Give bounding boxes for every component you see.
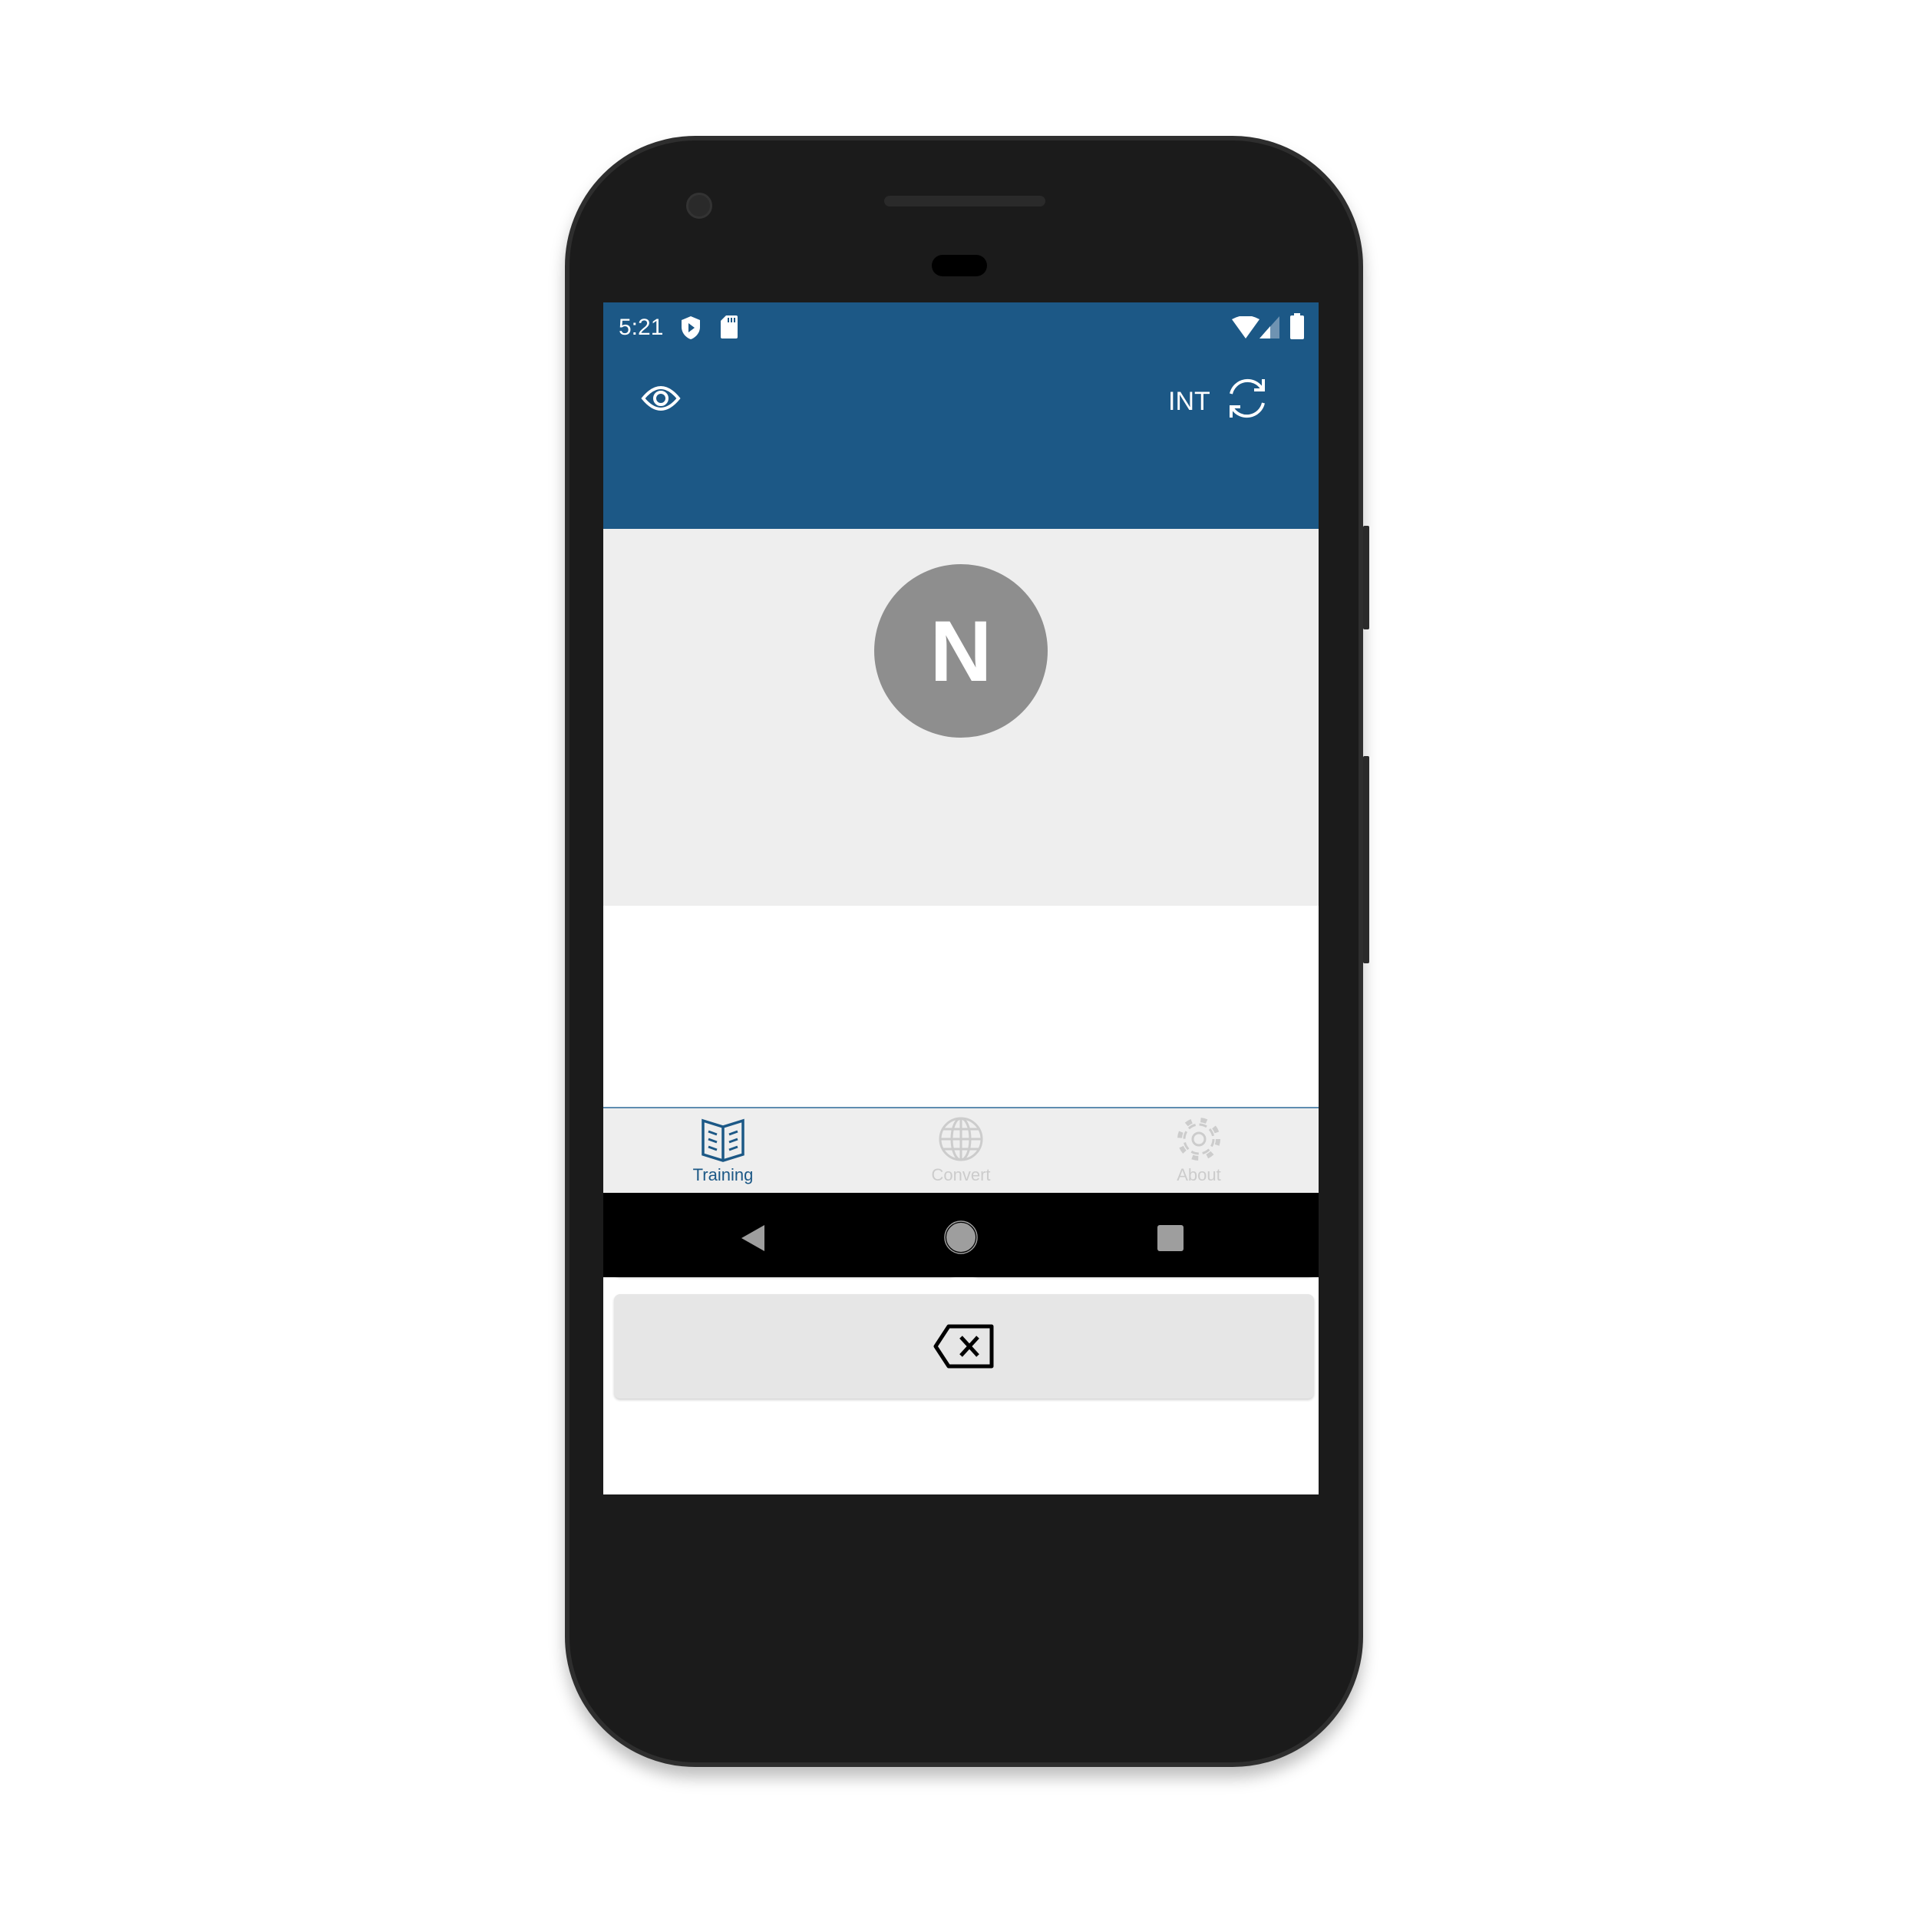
back-icon[interactable] [740,1224,766,1253]
tab-label: Training [692,1165,754,1184]
side-button-power [1363,526,1369,629]
tab-training[interactable]: Training [604,1108,842,1194]
earpiece [884,196,1045,206]
screen: 5:21 INT N Training Convert About [603,302,1319,1494]
letter-circle: N [874,564,1048,738]
bottom-tab-bar: Training Convert About [603,1107,1319,1193]
side-button-volume [1363,756,1369,963]
wifi-icon [1232,316,1259,339]
backspace-button[interactable] [614,1294,1314,1399]
app-toolbar: INT [603,358,1319,529]
home-icon[interactable] [944,1220,978,1254]
battery-icon [1290,313,1304,339]
sensor [932,255,987,276]
letter-display: N [603,529,1319,906]
status-time: 5:21 [619,315,664,340]
front-camera [686,193,712,219]
eye-icon[interactable] [641,383,681,414]
play-protect-icon [682,316,700,339]
refresh-icon[interactable] [1223,375,1271,422]
recents-icon[interactable] [1157,1225,1184,1251]
current-letter: N [929,603,992,699]
mode-toggle-label[interactable]: INT [1168,387,1210,417]
tab-label: Convert [931,1165,991,1184]
gear-icon [1177,1118,1220,1161]
system-nav-bar [603,1193,1319,1277]
book-icon [702,1118,744,1162]
tab-about[interactable]: About [1080,1108,1318,1194]
tab-convert[interactable]: Convert [842,1108,1080,1194]
sd-card-icon [721,315,738,339]
tab-label: About [1177,1165,1221,1184]
backspace-icon [933,1324,994,1369]
status-bar: 5:21 [603,302,1319,358]
globe-icon [939,1117,983,1161]
signal-icon [1259,316,1279,339]
